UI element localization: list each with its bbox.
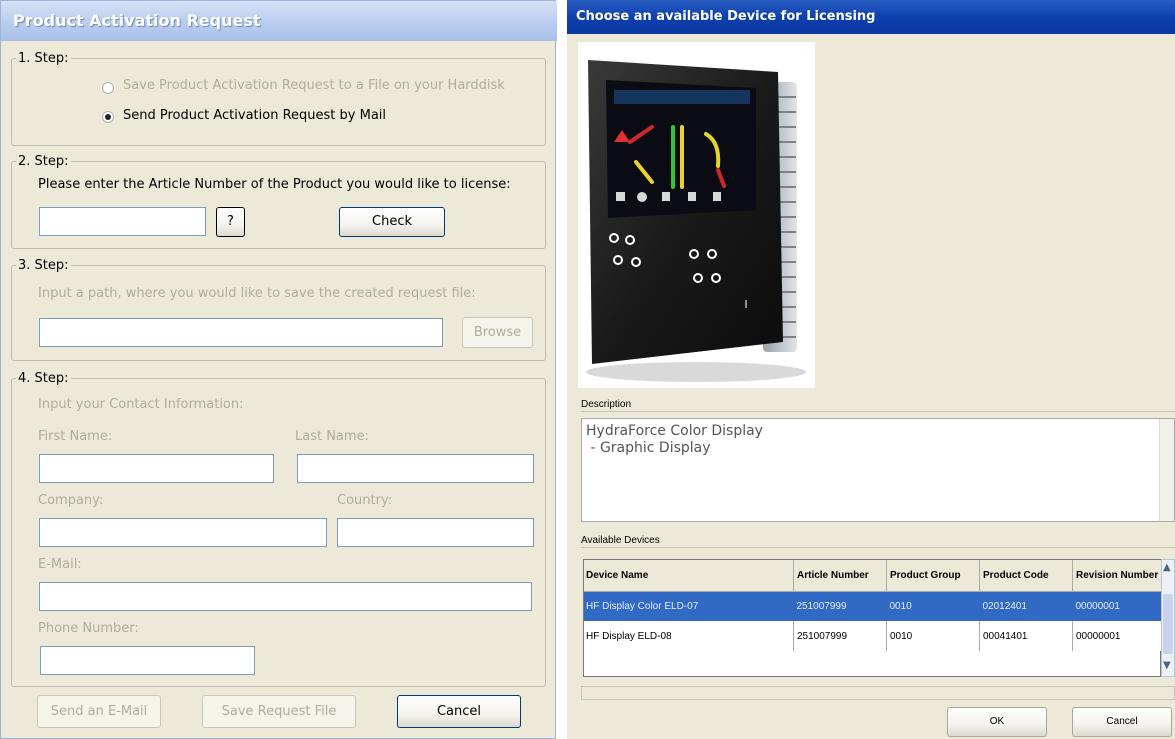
column-header-product-group[interactable]: Product Group [886, 560, 980, 592]
device-image [578, 42, 815, 388]
column-header-article-number[interactable]: Article Number [793, 560, 887, 592]
save-to-file-label: Save Product Activation Request to a Fil… [123, 78, 505, 93]
table-cell: 0010 [889, 600, 912, 612]
table-cell: 00000001 [1075, 600, 1121, 612]
company-label: Company: [38, 493, 104, 508]
ok-button[interactable]: OK [947, 707, 1047, 737]
description-box[interactable]: HydraForce Color Display - Graphic Displ… [581, 418, 1175, 522]
path-instruction: Input a path, where you would like to sa… [38, 286, 476, 301]
table-cell: 00000001 [1076, 630, 1121, 642]
table-cell: 02012401 [982, 600, 1028, 612]
devices-table-container: Device Name Article Number Product Group… [583, 559, 1162, 677]
phone-input[interactable] [40, 646, 255, 675]
description-line-1: HydraForce Color Display [586, 423, 763, 439]
description-divider [581, 411, 1175, 413]
scrollbar-thumb[interactable] [1163, 594, 1173, 654]
column-header-device-name[interactable]: Device Name [584, 560, 794, 592]
save-request-file-button[interactable]: Save Request File [202, 695, 356, 728]
table-cell: 251007999 [796, 600, 847, 612]
device-cancel-button[interactable]: Cancel [1072, 707, 1172, 737]
table-cell: 0010 [886, 621, 980, 651]
email-input[interactable] [39, 582, 532, 611]
path-input[interactable] [39, 318, 443, 347]
product-activation-dialog: Product Activation Request 1. Step: Save… [0, 0, 557, 739]
device-chooser-dialog: Choose an available Device for Licensing [567, 0, 1175, 739]
first-name-label: First Name: [38, 429, 113, 444]
description-label: Description [581, 399, 632, 410]
company-input[interactable] [39, 518, 327, 547]
send-by-mail-label: Send Product Activation Request by Mail [123, 108, 387, 123]
save-to-file-radio[interactable] [102, 82, 114, 94]
description-scrollbar[interactable] [1159, 419, 1174, 521]
step4-legend: 4. Step: [18, 371, 69, 386]
article-number-input[interactable] [39, 207, 206, 236]
description-line-2: - Graphic Display [586, 440, 711, 456]
devices-table-scrollbar[interactable]: ▲ ▼ [1161, 559, 1175, 677]
devices-table: Device Name Article Number Product Group… [584, 560, 1162, 651]
last-name-input[interactable] [297, 454, 534, 483]
status-strip [581, 686, 1175, 700]
contact-instruction: Input your Contact Information: [38, 397, 244, 412]
last-name-label: Last Name: [295, 429, 369, 444]
step2-legend: 2. Step: [18, 154, 69, 169]
device-chooser-title: Choose an available Device for Licensing [567, 0, 1175, 34]
step1-group: 1. Step: [11, 51, 546, 146]
step3-legend: 3. Step: [18, 258, 69, 273]
display-device-illustration [586, 60, 806, 382]
available-divider [581, 547, 1175, 549]
article-number-instruction: Please enter the Article Number of the P… [38, 177, 511, 192]
table-cell: HF Display ELD-08 [584, 621, 794, 651]
step1-legend: 1. Step: [18, 51, 69, 66]
table-cell: HF Display Color ELD-07 [586, 600, 699, 612]
column-header-product-code[interactable]: Product Code [979, 560, 1073, 592]
column-header-revision-number[interactable]: Revision Number [1072, 560, 1162, 592]
send-by-mail-radio[interactable] [102, 111, 114, 123]
dialog-title: Product Activation Request [1, 1, 557, 41]
table-row[interactable]: HF Display ELD-08 251007999 0010 0004140… [584, 621, 1162, 651]
cancel-button[interactable]: Cancel [397, 695, 521, 728]
browse-button[interactable]: Browse [462, 317, 533, 348]
country-input[interactable] [337, 518, 534, 547]
send-email-button[interactable]: Send an E-Mail [37, 695, 161, 728]
article-help-button[interactable]: ? [216, 207, 245, 237]
available-devices-label: Available Devices [581, 535, 660, 546]
table-cell: 00041401 [979, 621, 1073, 651]
scroll-up-icon[interactable]: ▲ [1163, 562, 1171, 573]
first-name-input[interactable] [39, 454, 274, 483]
country-label: Country: [337, 493, 393, 508]
table-cell: 251007999 [793, 621, 887, 651]
phone-label: Phone Number: [38, 621, 139, 636]
table-row-selected[interactable]: HF Display Color ELD-07 251007999 0010 0… [584, 591, 1162, 621]
check-button[interactable]: Check [339, 207, 445, 237]
email-label: E-Mail: [38, 557, 82, 572]
scroll-down-icon[interactable]: ▼ [1163, 660, 1171, 671]
